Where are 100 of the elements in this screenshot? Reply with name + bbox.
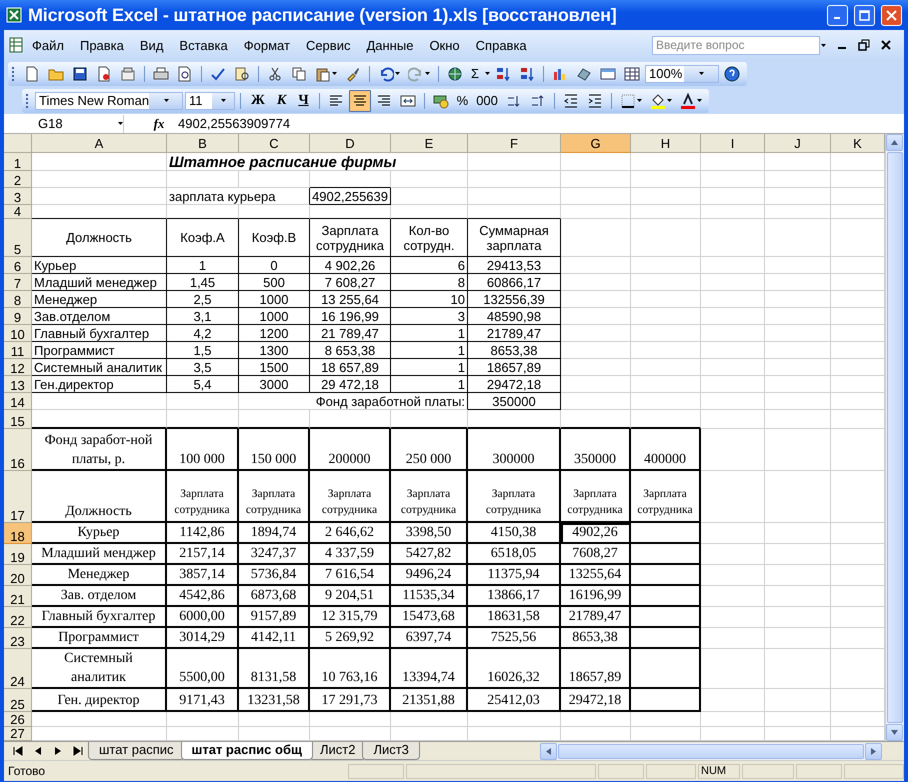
row-header[interactable]: 9 [4, 308, 32, 325]
sort-ascending-icon[interactable] [495, 66, 512, 82]
row-header[interactable]: 15 [4, 410, 32, 429]
column-header[interactable]: J [765, 134, 831, 153]
sort-descending-icon[interactable] [519, 66, 536, 82]
right-arrow-icon[interactable] [871, 748, 876, 754]
row-header[interactable]: 2 [4, 171, 32, 188]
globe-icon[interactable] [447, 66, 463, 82]
column-header[interactable]: E [391, 134, 468, 153]
column-header[interactable]: K [831, 134, 885, 153]
scroll-right-button[interactable] [865, 742, 882, 760]
increase-indent-icon[interactable] [586, 92, 603, 108]
spellcheck-icon[interactable] [210, 66, 226, 82]
sheet-tab[interactable]: Лист3 [362, 742, 420, 760]
column-header[interactable]: C [239, 134, 310, 153]
minimize-button[interactable] [827, 4, 848, 26]
row-header[interactable]: 23 [4, 628, 32, 649]
scroll-left-button[interactable] [540, 742, 557, 760]
drawing-icon[interactable] [576, 66, 592, 82]
column-header[interactable]: H [631, 134, 701, 153]
caret-icon[interactable] [164, 99, 169, 102]
menu-item[interactable]: Окно [421, 34, 468, 56]
column-header[interactable]: B [167, 134, 239, 153]
help-search-field[interactable]: Введите вопрос [652, 36, 820, 54]
caret-icon[interactable] [332, 72, 337, 75]
decrease-decimal-icon[interactable] [530, 92, 546, 108]
menu-item[interactable]: Правка [72, 34, 132, 56]
scissors-icon[interactable] [267, 66, 283, 82]
sheet-tab[interactable]: штат распис общ [180, 742, 313, 760]
print-preview-icon[interactable] [177, 66, 193, 82]
row-header[interactable]: 27 [4, 727, 32, 741]
menu-item[interactable]: Справка [468, 34, 535, 56]
restore-icon[interactable] [856, 37, 872, 53]
row-header[interactable]: 4 [4, 205, 32, 219]
maximize-button[interactable] [854, 4, 875, 26]
column-header[interactable]: A [32, 134, 167, 153]
row-header[interactable]: 17 [4, 471, 32, 523]
email-icon[interactable] [120, 66, 136, 82]
merge-center-icon[interactable] [400, 92, 416, 108]
research-icon[interactable] [234, 66, 250, 82]
caret-icon[interactable] [118, 122, 123, 125]
font-size-dropdown[interactable]: 11 [185, 92, 235, 110]
permission-icon[interactable] [96, 66, 112, 82]
borders-icon[interactable] [620, 92, 636, 108]
maximize-icon[interactable] [859, 10, 870, 20]
menu-item[interactable]: Вид [132, 34, 172, 56]
menu-item[interactable]: Формат [236, 34, 298, 56]
table-icon[interactable] [624, 66, 640, 82]
fill-color-icon[interactable] [650, 92, 666, 108]
help-icon[interactable] [724, 66, 740, 82]
row-header[interactable]: 14 [4, 393, 32, 410]
save-icon[interactable] [72, 66, 88, 82]
row-header[interactable]: 8 [4, 291, 32, 308]
menu-item[interactable]: Данные [358, 34, 422, 56]
scroll-up-button[interactable] [886, 134, 903, 151]
row-header[interactable]: 1 [4, 153, 32, 171]
caret-icon[interactable] [821, 44, 826, 46]
down-arrow-icon[interactable] [891, 730, 898, 735]
new-document-icon[interactable] [24, 66, 40, 82]
italic-button[interactable]: К [272, 90, 292, 110]
undo-icon[interactable] [378, 66, 394, 82]
caret-icon[interactable] [220, 99, 226, 102]
row-header[interactable]: 11 [4, 342, 32, 359]
scroll-down-button[interactable] [886, 724, 903, 741]
font-color-icon[interactable] [680, 92, 696, 108]
row-header[interactable]: 25 [4, 689, 32, 712]
up-arrow-icon[interactable] [891, 140, 898, 145]
sheet-tab[interactable]: штат распис [88, 742, 185, 760]
row-header[interactable]: 22 [4, 607, 32, 628]
caret-icon[interactable] [395, 72, 400, 75]
row-header[interactable]: 7 [4, 274, 32, 291]
currency-icon[interactable] [432, 92, 449, 108]
left-arrow-icon[interactable] [546, 748, 551, 754]
column-header[interactable]: D [310, 134, 391, 153]
row-header[interactable]: 16 [4, 429, 32, 471]
close-button[interactable] [881, 4, 902, 26]
row-header[interactable]: 10 [4, 325, 32, 342]
caret-icon[interactable] [698, 72, 704, 75]
formula-field[interactable]: 4902,25563909774 [174, 116, 290, 131]
row-header[interactable]: 19 [4, 544, 32, 565]
row-header[interactable]: 20 [4, 565, 32, 586]
column-header[interactable]: F [468, 134, 561, 153]
brush-icon[interactable] [345, 66, 361, 82]
window-icon[interactable] [600, 66, 616, 82]
underline-button[interactable]: Ч [293, 90, 314, 110]
menu-item[interactable]: Файл [24, 34, 72, 56]
percent-button[interactable]: % [454, 92, 472, 109]
row-header[interactable]: 12 [4, 359, 32, 376]
row-header[interactable]: 6 [4, 257, 32, 274]
caret-icon[interactable] [425, 72, 430, 75]
decrease-indent-icon[interactable] [562, 92, 579, 108]
column-header[interactable]: I [701, 134, 765, 153]
name-box[interactable]: G18 [4, 114, 124, 132]
copy-icon[interactable] [291, 66, 307, 82]
caret-icon[interactable] [696, 99, 702, 102]
row-header[interactable]: 21 [4, 586, 32, 607]
row-header[interactable]: 5 [4, 219, 32, 257]
column-header[interactable]: G [561, 134, 631, 153]
caret-icon[interactable] [485, 72, 490, 75]
row-header[interactable]: 24 [4, 649, 32, 689]
